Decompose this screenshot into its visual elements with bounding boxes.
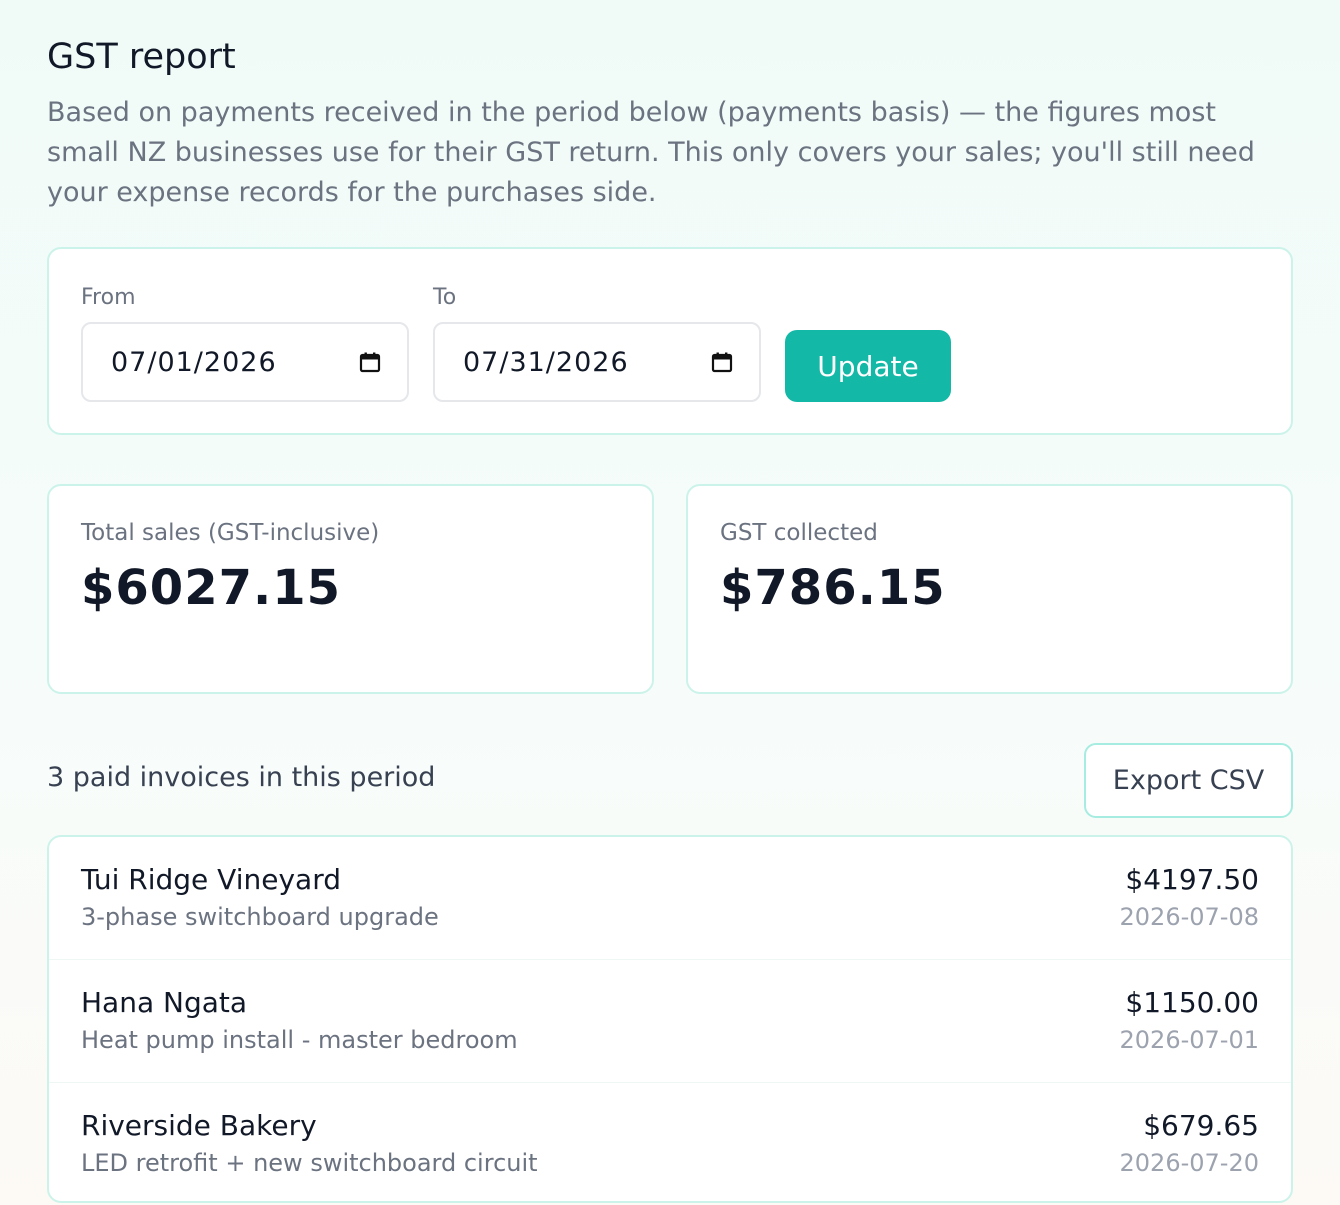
invoice-client: Hana Ngata <box>81 986 248 1019</box>
from-date-value: 07/01/2026 <box>111 346 277 378</box>
gst-collected-card: GST collected $786.15 <box>686 484 1293 694</box>
page-intro: Based on payments received in the period… <box>47 97 1255 208</box>
to-label: To <box>433 285 457 310</box>
export-csv-button[interactable]: Export CSV <box>1084 743 1293 818</box>
to-date-value: 07/31/2026 <box>463 346 629 378</box>
total-sales-value: $6027.15 <box>81 560 342 616</box>
invoice-amount: $679.65 <box>1143 1109 1259 1142</box>
total-sales-card: Total sales (GST-inclusive) $6027.15 <box>47 484 654 694</box>
invoice-amount: $4197.50 <box>1125 863 1259 896</box>
invoice-date: 2026-07-01 <box>1119 1026 1259 1054</box>
invoice-date: 2026-07-20 <box>1119 1149 1259 1177</box>
invoice-date: 2026-07-08 <box>1119 903 1259 931</box>
invoice-description: Heat pump install - master bedroom <box>81 1026 518 1054</box>
from-label: From <box>81 285 136 310</box>
invoice-list: Tui Ridge Vineyard 3-phase switchboard u… <box>47 835 1293 1203</box>
from-date-input[interactable]: 07/01/2026 <box>81 322 409 402</box>
date-filter-card: From 07/01/2026 To 07/31/2026 Update <box>47 247 1293 435</box>
invoice-row[interactable]: Hana Ngata Heat pump install - master be… <box>49 960 1291 1083</box>
total-sales-label: Total sales (GST-inclusive) <box>81 520 380 546</box>
gst-collected-value: $786.15 <box>720 560 946 616</box>
invoice-amount: $1150.00 <box>1125 986 1259 1019</box>
to-date-input[interactable]: 07/31/2026 <box>433 322 761 402</box>
invoice-row[interactable]: Riverside Bakery LED retrofit + new swit… <box>49 1083 1291 1201</box>
invoice-row[interactable]: Tui Ridge Vineyard 3-phase switchboard u… <box>49 837 1291 960</box>
invoice-client: Riverside Bakery <box>81 1109 317 1142</box>
page-title: GST report <box>47 37 236 77</box>
invoice-client: Tui Ridge Vineyard <box>81 863 341 896</box>
invoice-description: 3-phase switchboard upgrade <box>81 903 439 931</box>
invoice-count: 3 paid invoices in this period <box>47 762 436 793</box>
calendar-icon[interactable] <box>711 351 733 373</box>
update-button[interactable]: Update <box>785 330 951 402</box>
invoice-description: LED retrofit + new switchboard circuit <box>81 1149 538 1177</box>
calendar-icon[interactable] <box>359 351 381 373</box>
gst-collected-label: GST collected <box>720 520 878 546</box>
